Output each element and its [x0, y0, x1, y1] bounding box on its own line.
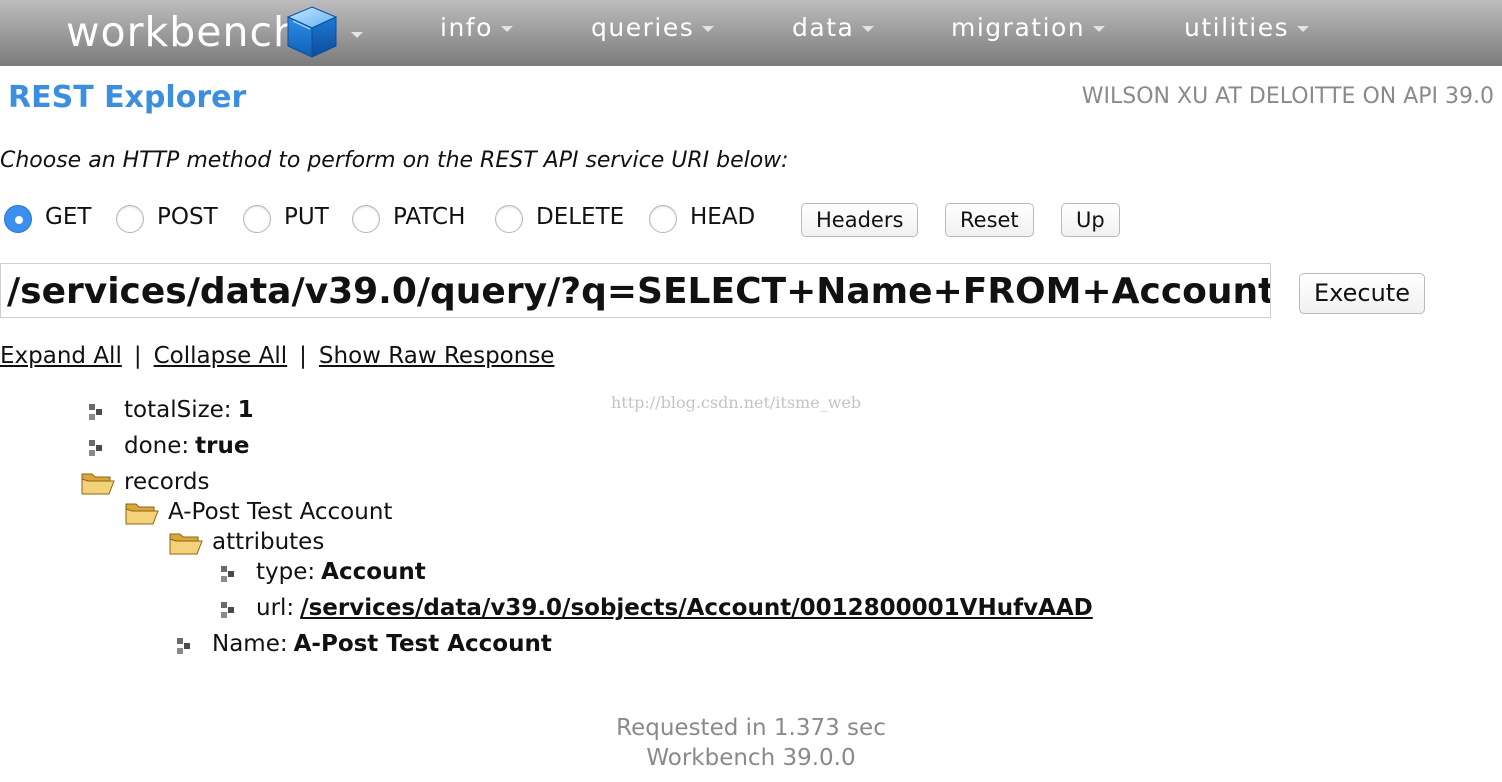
- method-label: HEAD: [690, 204, 756, 230]
- tree-value: A-Post Test Account: [293, 631, 552, 657]
- radio-checked-icon: [4, 205, 32, 233]
- tree-key: done:: [124, 433, 190, 459]
- leaf-node-icon: [89, 440, 102, 456]
- nav-menu-label: queries: [591, 13, 695, 42]
- nav-menu-utilities[interactable]: utilities: [1184, 13, 1310, 42]
- record-url-link[interactable]: /services/data/v39.0/sobjects/Account/00…: [300, 595, 1093, 621]
- method-label: DELETE: [536, 204, 625, 230]
- execute-button[interactable]: Execute: [1299, 273, 1425, 314]
- nav-menu-data[interactable]: data: [792, 13, 875, 42]
- collapse-all-link[interactable]: Collapse All: [154, 343, 288, 369]
- tree-value: 1: [237, 397, 254, 423]
- leaf-node-icon: [221, 566, 234, 582]
- leaf-node-icon: [221, 602, 234, 618]
- leaf-node-icon: [89, 404, 102, 420]
- radio-unchecked-icon: [495, 205, 523, 233]
- user-info: WILSON XU AT DELOITTE ON API 39.0: [1081, 84, 1494, 109]
- tree-folder-label: attributes: [212, 529, 325, 555]
- chevron-down-icon: [1297, 26, 1310, 32]
- instruction-text: Choose an HTTP method to perform on the …: [0, 148, 789, 173]
- reset-button[interactable]: Reset: [945, 203, 1034, 237]
- chevron-down-icon: [862, 26, 875, 32]
- up-button[interactable]: Up: [1061, 203, 1120, 237]
- watermark-text: http://blog.csdn.net/itsme_web: [611, 393, 862, 412]
- link-separator: |: [299, 343, 307, 369]
- request-time: Requested in 1.373 sec: [616, 715, 886, 741]
- folder-open-icon[interactable]: [81, 471, 115, 495]
- method-label: POST: [157, 204, 218, 230]
- tree-value: Account: [321, 559, 426, 585]
- tree-folder-record[interactable]: A-Post Test Account: [168, 499, 392, 525]
- radio-unchecked-icon: [243, 205, 271, 233]
- radio-unchecked-icon: [649, 205, 677, 233]
- method-label: PUT: [284, 204, 329, 230]
- tree-item-type: type: Account: [256, 559, 426, 585]
- tree-controls: Expand All | Collapse All | Show Raw Respons…: [0, 343, 554, 369]
- chevron-down-icon: [500, 26, 513, 32]
- folder-open-icon[interactable]: [169, 531, 203, 555]
- tree-folder-label: A-Post Test Account: [168, 499, 393, 525]
- tree-value: true: [195, 433, 250, 459]
- method-label: PATCH: [393, 204, 466, 230]
- folder-open-icon[interactable]: [125, 501, 159, 525]
- tree-key: type:: [256, 559, 316, 585]
- tree-key: url:: [256, 595, 295, 621]
- chevron-down-icon: [351, 32, 363, 38]
- uri-input[interactable]: /services/data/v39.0/query/?q=SELECT+Nam…: [0, 263, 1271, 318]
- nav-menu-label: migration: [951, 13, 1086, 42]
- leaf-node-icon: [177, 638, 190, 654]
- tree-folder-records[interactable]: records: [124, 469, 209, 495]
- show-raw-response-link[interactable]: Show Raw Response: [319, 343, 555, 369]
- link-separator: |: [133, 343, 142, 369]
- expand-all-link[interactable]: Expand All: [0, 343, 122, 369]
- nav-menu-label: utilities: [1184, 13, 1290, 42]
- tree-folder-label: records: [124, 469, 210, 495]
- chevron-down-icon: [702, 26, 715, 32]
- radio-unchecked-icon: [116, 205, 144, 233]
- page-title: REST Explorer: [8, 80, 247, 115]
- tree-item-done: done: true: [124, 433, 249, 459]
- nav-menu-label: info: [440, 13, 493, 42]
- tree-item-name: Name: A-Post Test Account: [212, 631, 552, 657]
- nav-menu-migration[interactable]: migration: [951, 13, 1106, 42]
- chevron-down-icon: [1093, 26, 1106, 32]
- nav-menu-label: data: [792, 13, 855, 42]
- top-navbar: workbench info queries data migration ut…: [0, 0, 1502, 66]
- cube-icon: [286, 6, 338, 58]
- headers-button[interactable]: Headers: [801, 203, 919, 237]
- tree-folder-attributes[interactable]: attributes: [212, 529, 324, 555]
- nav-menu-info[interactable]: info: [440, 13, 513, 42]
- tree-item-url: url:/services/data/v39.0/sobjects/Accoun…: [256, 595, 1093, 621]
- method-label: GET: [45, 204, 92, 230]
- tree-item-totalsize: totalSize: 1: [124, 397, 254, 423]
- brand-name: workbench: [66, 8, 300, 56]
- radio-unchecked-icon: [352, 205, 380, 233]
- tree-key: Name:: [212, 631, 288, 657]
- workbench-version: Workbench 39.0.0: [646, 745, 856, 771]
- tree-key: totalSize:: [124, 397, 232, 423]
- nav-menu-queries[interactable]: queries: [591, 13, 715, 42]
